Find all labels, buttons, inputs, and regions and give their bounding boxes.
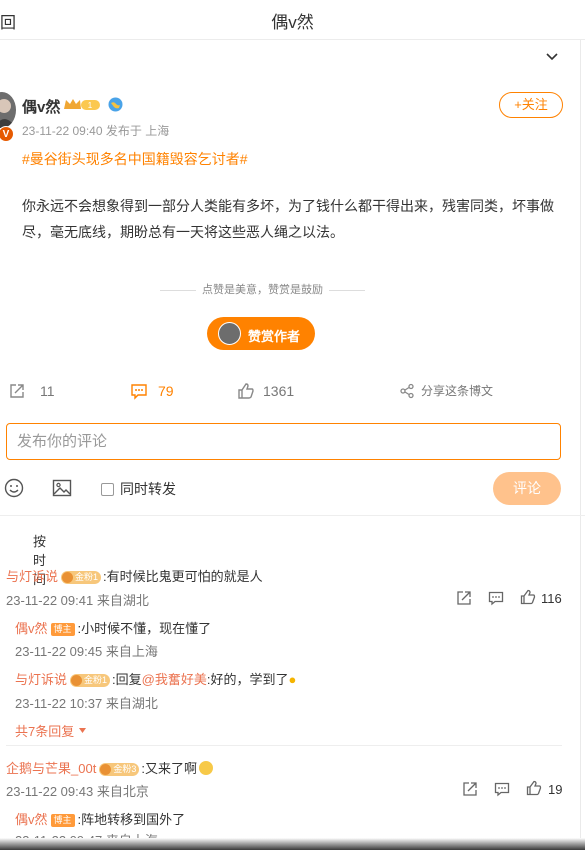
comment-text: :有时候比鬼更可怕的就是人	[103, 569, 263, 584]
comment-action[interactable]: 79	[130, 382, 174, 400]
comment-item: 与灯诉说 金粉1:有时候比鬼更可怕的就是人	[6, 566, 263, 586]
repost-icon	[10, 384, 24, 398]
reply-icon[interactable]	[488, 590, 504, 606]
fan-badge: 金粉1	[61, 571, 102, 584]
fan-badge: 金粉3	[99, 763, 140, 776]
reply-text-suffix: :好的，学到了	[206, 672, 289, 687]
comment-icon	[131, 384, 147, 400]
sync-repost-checkbox[interactable]: 同时转发	[101, 479, 176, 499]
reply-time: 23-11-22 09:45 来自上海	[15, 644, 158, 659]
comment-like-count: 116	[541, 591, 562, 606]
level-text: 1	[88, 101, 93, 110]
caret-down-icon	[78, 728, 86, 733]
sync-label: 同时转发	[120, 481, 176, 497]
reply-text: :阵地转移到国外了	[77, 812, 186, 827]
share-icon	[400, 383, 414, 398]
reply-text-prefix: :回复	[112, 672, 142, 687]
comment-text: :又来了啊	[141, 761, 197, 776]
comment-time: 23-11-22 09:41 来自湖北	[6, 593, 149, 608]
avatar[interactable]	[0, 92, 16, 128]
host-badge: 博主	[50, 623, 75, 636]
comment-input[interactable]	[7, 424, 560, 459]
reply-user[interactable]: 偶v然	[15, 621, 48, 636]
share-action[interactable]: 分享这条博文	[399, 382, 493, 399]
more-replies-link[interactable]: 共7条回复	[15, 721, 87, 740]
comment-like-count: 19	[548, 782, 563, 797]
host-badge: 博主	[50, 814, 75, 827]
thumbs-up-icon[interactable]	[520, 589, 536, 605]
reward-tip: 点赞是美意，赞赏是鼓励	[150, 281, 375, 297]
comment-box[interactable]	[6, 423, 561, 460]
topic-link[interactable]: #曼谷街头现多名中国籍毁容乞讨者#	[22, 149, 248, 169]
divider-left	[160, 289, 196, 291]
post-meta: 23-11-22 09:40 发布于 上海	[22, 122, 169, 139]
comment-time: 23-11-22 09:43 来自北京	[6, 784, 149, 799]
reply-item: 与灯诉说 金粉1:回复@我奮好美:好的，学到了●	[15, 669, 296, 689]
reward-button-label: 赞赏作者	[248, 329, 301, 344]
reply-user[interactable]: 与灯诉说	[15, 672, 67, 687]
globe-icon	[108, 97, 123, 112]
mention-link[interactable]: @我奮好美	[142, 672, 207, 687]
submit-comment-button[interactable]: 评论	[493, 472, 561, 505]
window-bottom-edge	[0, 838, 585, 850]
image-icon[interactable]	[52, 478, 72, 498]
divider	[0, 515, 585, 516]
author-name[interactable]: 偶v然	[22, 96, 60, 117]
post-content: 你永远不会想象得到一部分人类能有多坏，为了钱什么都干得出来，残害同类，坏事做尽，…	[22, 198, 554, 240]
emoji-icon[interactable]	[4, 478, 24, 498]
reply-user[interactable]: 偶v然	[15, 812, 48, 827]
verified-icon: V	[0, 126, 14, 142]
top-bar: 回 偶v然	[0, 0, 585, 40]
post-source: 发布于 上海	[105, 124, 170, 138]
reward-avatar	[218, 322, 241, 345]
repost-count: 11	[40, 383, 55, 399]
reply-item: 偶v然 博主:阵地转移到国外了	[15, 809, 185, 829]
repost-icon[interactable]	[456, 590, 472, 606]
comment-user[interactable]: 与灯诉说	[6, 569, 58, 584]
like-action[interactable]: 1361	[237, 382, 294, 400]
reply-time: 23-11-22 10:37 来自湖北	[15, 696, 158, 711]
scroll-track	[580, 40, 581, 850]
reply-icon[interactable]	[494, 781, 510, 797]
share-label: 分享这条博文	[421, 384, 494, 398]
comment-item: 企鹅与芒果_00t 金粉3:又来了啊	[6, 758, 213, 778]
post-time: 23-11-22 09:40	[22, 124, 103, 138]
comment-user[interactable]: 企鹅与芒果_00t	[6, 761, 96, 776]
sweat-emoji-icon	[198, 761, 213, 775]
crown-level-icon: 1	[64, 99, 100, 110]
divider	[6, 745, 562, 746]
fan-badge: 金粉1	[70, 674, 111, 687]
follow-button[interactable]: +关注	[499, 92, 563, 118]
repost-icon[interactable]	[462, 781, 478, 797]
page-title: 偶v然	[271, 13, 314, 32]
like-count: 1361	[263, 383, 295, 399]
chevron-down-icon[interactable]	[544, 49, 560, 65]
thumbs-up-icon[interactable]	[526, 780, 542, 796]
reward-tip-text: 点赞是美意，赞赏是鼓励	[202, 284, 323, 296]
reward-button[interactable]: 赞赏作者	[207, 317, 315, 350]
checkbox[interactable]	[101, 482, 114, 496]
reply-item: 偶v然 博主:小时候不懂，现在懂了	[15, 618, 211, 638]
lightbulb-emoji-icon: ●	[288, 672, 297, 687]
repost-action[interactable]: 11	[8, 382, 55, 400]
comment-count: 79	[158, 383, 174, 399]
thumbs-up-icon	[238, 383, 254, 399]
divider-right	[329, 289, 365, 291]
more-replies-label: 共7条回复	[15, 724, 75, 739]
reply-text: :小时候不懂，现在懂了	[77, 621, 212, 636]
